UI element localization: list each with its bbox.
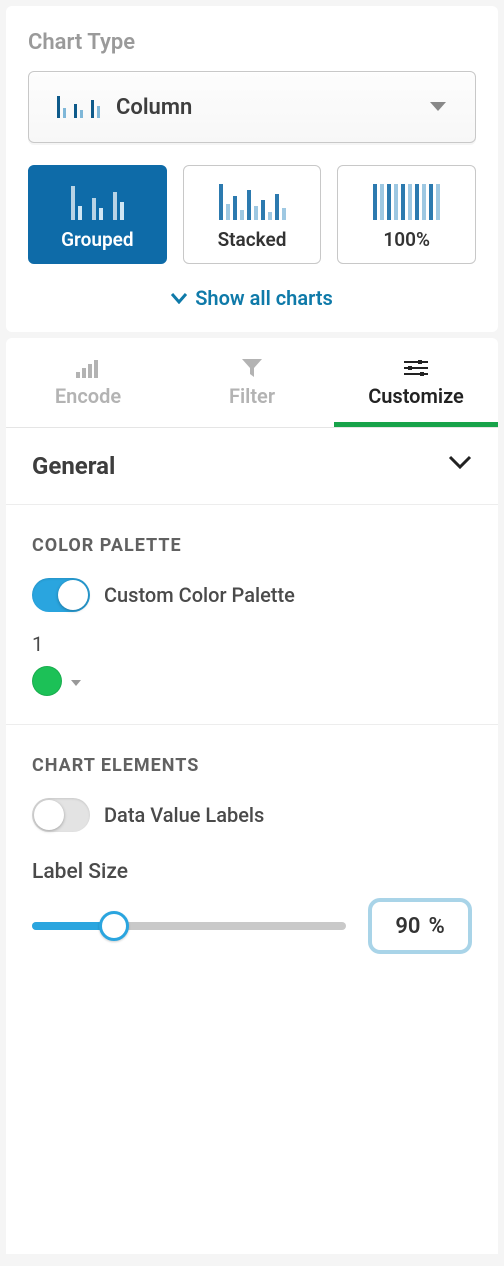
chart-elements-heading: Chart Elements (32, 755, 472, 776)
color-swatch-picker[interactable] (32, 666, 472, 696)
empty-space (6, 994, 498, 1254)
column-chart-icon (57, 96, 100, 118)
subtype-label: 100% (346, 228, 467, 251)
tab-label: Customize (368, 384, 464, 408)
tab-label: Encode (55, 384, 121, 408)
chart-type-panel: Chart Type Column (6, 6, 498, 332)
hundred-pct-bars-icon (346, 180, 467, 220)
subtype-stacked[interactable]: Stacked (183, 165, 322, 264)
tab-filter[interactable]: Filter (170, 338, 334, 427)
color-swatch (32, 666, 62, 696)
chevron-down-icon (171, 292, 187, 304)
label-size-unit: % (428, 914, 444, 939)
data-value-labels-label: Data Value Labels (104, 803, 264, 827)
stacked-bars-icon (192, 180, 313, 220)
tab-encode[interactable]: Encode (6, 338, 170, 427)
chart-elements-section: Chart Elements Data Value Labels Label S… (6, 725, 498, 994)
chart-type-title: Chart Type (28, 30, 476, 55)
label-size-value: 90 (395, 914, 420, 939)
accordion-title: General (32, 452, 115, 480)
chevron-down-icon (448, 454, 472, 478)
tab-label: Filter (229, 384, 275, 408)
chevron-down-icon (70, 672, 82, 691)
show-all-charts-link[interactable]: Show all charts (28, 286, 476, 310)
funnel-icon (241, 358, 263, 378)
subtype-100[interactable]: 100% (337, 165, 476, 264)
settings-tabs: Encode Filter Customize (6, 338, 498, 428)
data-value-labels-toggle[interactable] (32, 798, 90, 832)
label-size-slider[interactable] (32, 910, 346, 942)
color-palette-section: Color Palette Custom Color Palette 1 (6, 505, 498, 725)
grouped-bars-icon (37, 180, 158, 220)
subtype-row: Grouped Stacked 100% (28, 165, 476, 264)
sliders-icon (404, 358, 428, 378)
chevron-down-icon (429, 101, 447, 113)
label-size-title: Label Size (32, 860, 472, 884)
accordion-general[interactable]: General (6, 428, 498, 505)
show-all-label: Show all charts (195, 286, 333, 310)
tab-customize[interactable]: Customize (334, 338, 498, 427)
bars-ascending-icon (76, 358, 100, 378)
color-palette-heading: Color Palette (32, 535, 472, 556)
label-size-input[interactable]: 90 % (368, 898, 472, 954)
subtype-label: Stacked (192, 228, 313, 251)
settings-tabs-panel: Encode Filter Customize (6, 338, 498, 428)
chart-type-selected-label: Column (116, 95, 192, 120)
dropdown-left: Column (57, 95, 192, 120)
custom-palette-toggle[interactable] (32, 578, 90, 612)
chart-type-dropdown[interactable]: Column (28, 71, 476, 143)
swatch-index-label: 1 (32, 632, 472, 656)
subtype-grouped[interactable]: Grouped (28, 165, 167, 264)
custom-palette-label: Custom Color Palette (104, 583, 295, 607)
subtype-label: Grouped (37, 228, 158, 251)
